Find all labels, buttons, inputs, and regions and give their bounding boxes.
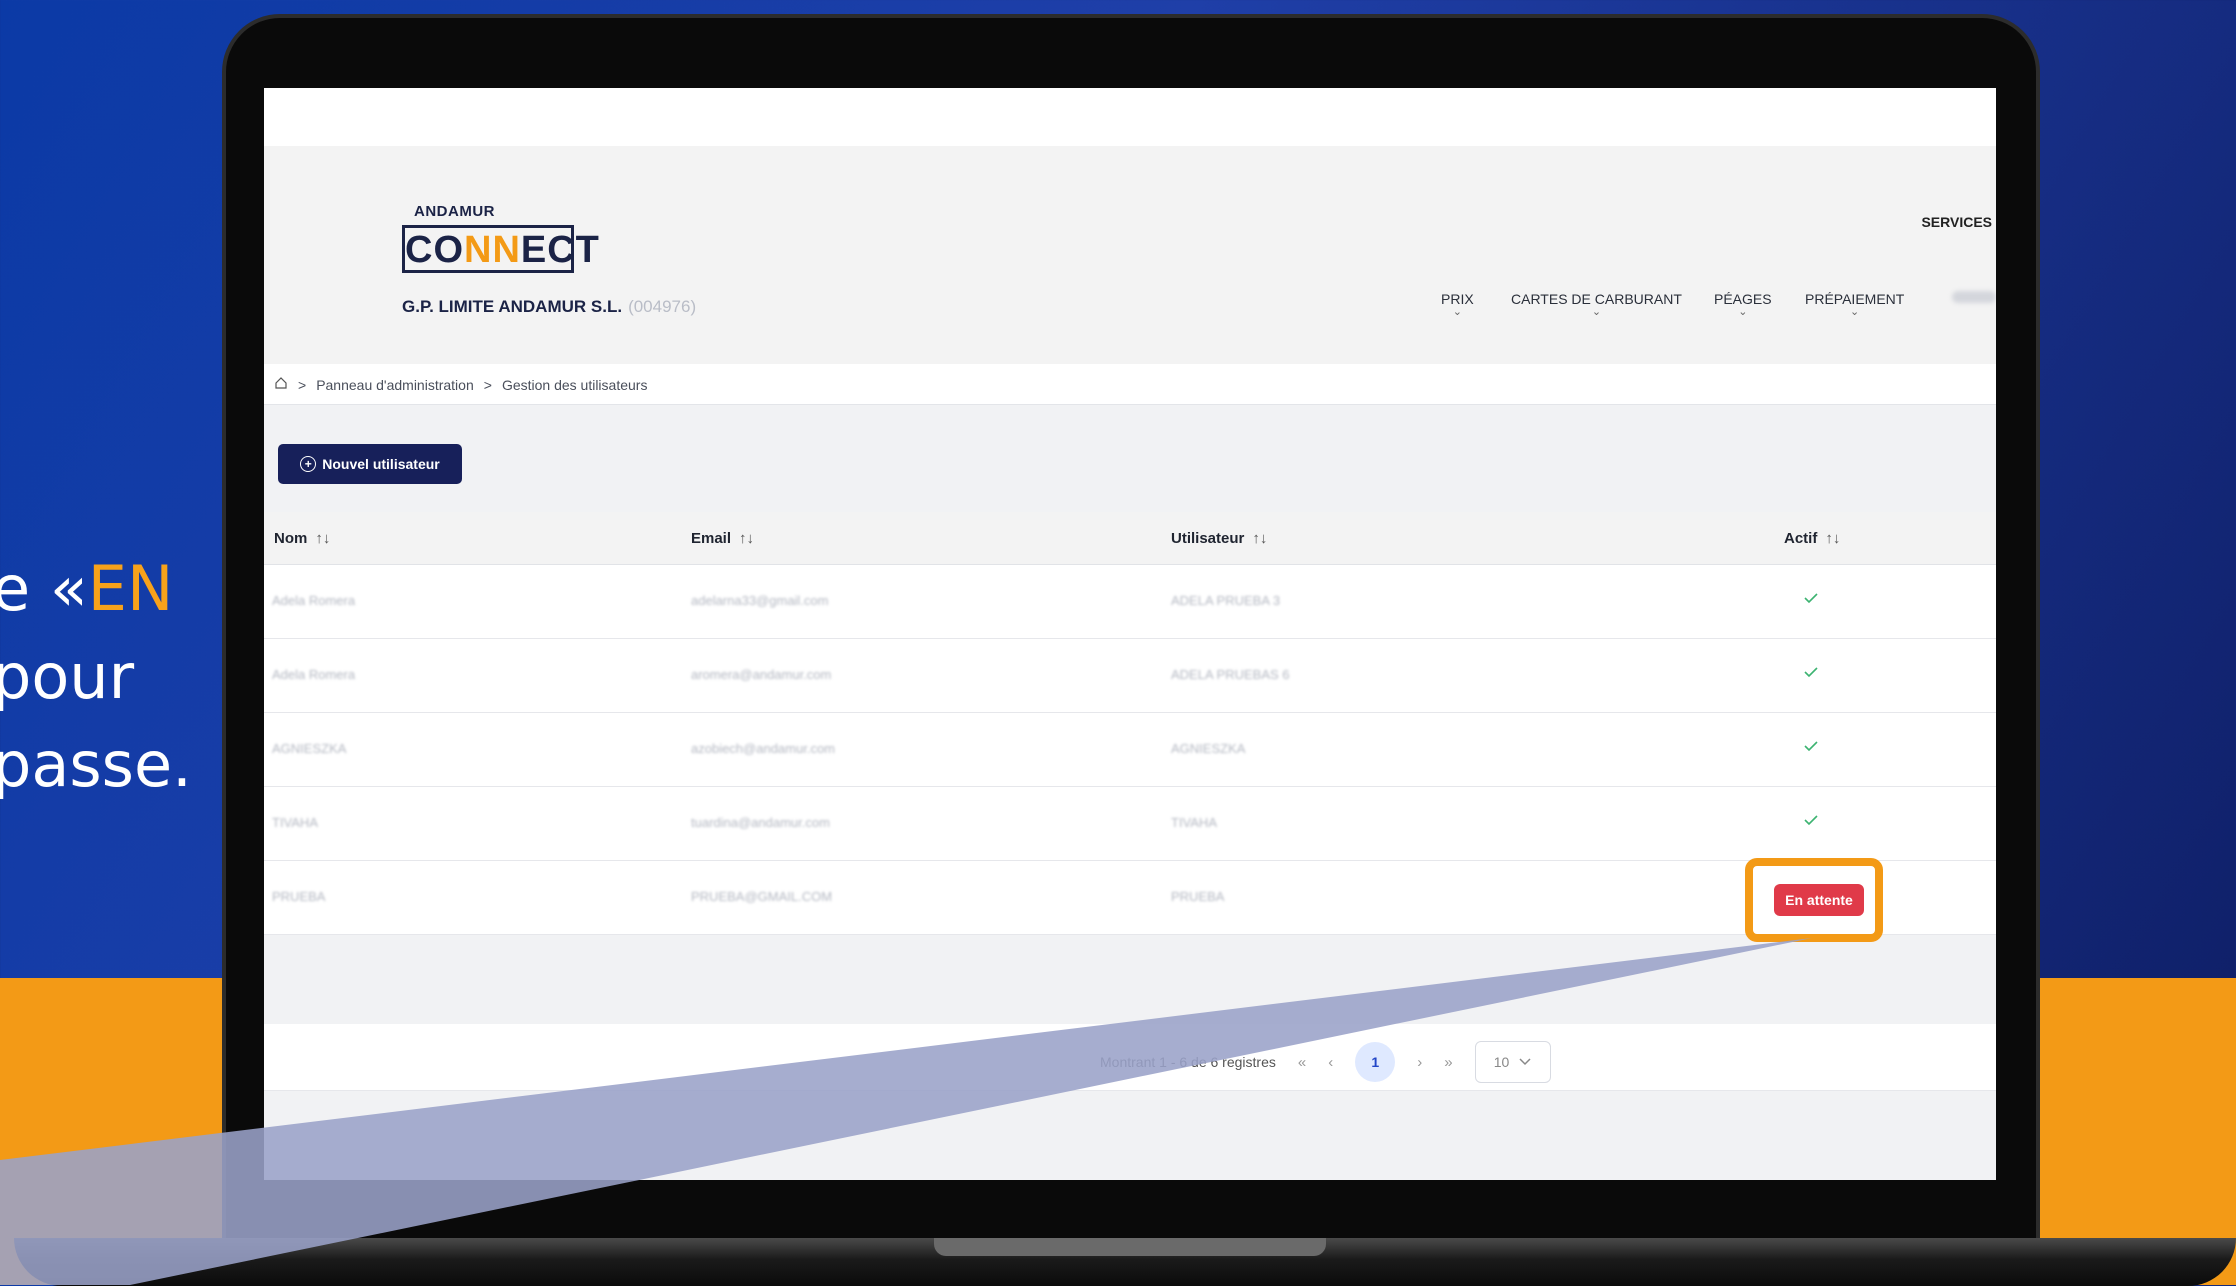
cell-nom: Adela Romera	[272, 667, 356, 682]
pagination: Montrant 1 - 6 de 6 registres « ‹ 1 › » …	[1100, 1041, 1551, 1083]
page-1-button[interactable]: 1	[1355, 1042, 1396, 1082]
page-size-select[interactable]: 10	[1474, 1041, 1551, 1083]
check-icon	[1804, 667, 1818, 678]
table-row[interactable]: AGNIESZKA azobiech@andamur.com AGNIESZKA	[264, 713, 1996, 787]
cell-nom: PRUEBA	[272, 889, 326, 904]
side-caption: e «EN pour passe.	[0, 545, 192, 809]
column-header-email[interactable]: Email ↑↓	[691, 530, 754, 547]
table-row[interactable]: PRUEBA PRUEBA@GMAIL.COM PRUEBA En attent…	[264, 861, 1996, 935]
cell-utilisateur: ADELA PRUEBAS 6	[1171, 667, 1290, 682]
prev-page-icon[interactable]: ‹	[1328, 1054, 1333, 1071]
company-name: G.P. LIMITE ANDAMUR S.L. (004976)	[402, 297, 697, 316]
caption-highlight: EN	[87, 552, 174, 625]
cell-email: PRUEBA@GMAIL.COM	[691, 889, 833, 904]
cell-nom: AGNIESZKA	[272, 741, 347, 756]
table-footer: Montrant 1 - 6 de 6 registres « ‹ 1 › » …	[264, 1024, 1996, 1091]
cell-nom: TIVAHA	[272, 815, 318, 830]
chevron-down-icon: ⌄	[1591, 306, 1602, 318]
laptop-hinge	[934, 1238, 1326, 1256]
company-id: (004976)	[628, 297, 697, 316]
breadcrumb: > Panneau d'administration > Gestion des…	[274, 376, 647, 393]
next-page-icon[interactable]: ›	[1417, 1054, 1422, 1071]
cell-utilisateur: AGNIESZKA	[1171, 741, 1246, 756]
users-table: Nom ↑↓ Email ↑↓ Utilisateur ↑↓ Actif ↑↓ Adel…	[264, 512, 1996, 935]
browser-top-strip	[264, 88, 1996, 146]
nav-item-prix[interactable]: PRIX ⌄	[1441, 291, 1474, 318]
nav-item-peages[interactable]: PÉAGES ⌄	[1714, 291, 1772, 318]
nav-item-prepaiement[interactable]: PRÉPAIEMENT ⌄	[1805, 291, 1904, 318]
caption-line-2: pour	[0, 640, 135, 713]
sort-icon: ↑↓	[739, 530, 755, 547]
chevron-down-icon: ⌄	[1452, 306, 1462, 318]
chevron-down-icon: ⌄	[1850, 306, 1860, 318]
nav-item-cartes-carburant[interactable]: CARTES DE CARBURANT ⌄	[1511, 291, 1682, 318]
column-header-utilisateur[interactable]: Utilisateur ↑↓	[1171, 530, 1267, 547]
cell-utilisateur: PRUEBA	[1171, 889, 1225, 904]
table-row[interactable]: Adela Romera aromera@andamur.com ADELA P…	[264, 639, 1996, 713]
table-header: Nom ↑↓ Email ↑↓ Utilisateur ↑↓ Actif ↑↓	[264, 512, 1996, 565]
first-page-icon[interactable]: «	[1298, 1054, 1306, 1071]
chevron-down-icon	[1519, 1058, 1531, 1066]
table-row[interactable]: Adela Romera adelarna33@gmail.com ADELA …	[264, 565, 1996, 639]
breadcrumb-user-management: Gestion des utilisateurs	[501, 376, 648, 393]
cell-utilisateur: ADELA PRUEBA 3	[1171, 593, 1281, 608]
sort-icon: ↑↓	[1252, 530, 1268, 547]
home-icon[interactable]	[274, 376, 288, 393]
caption-line-1: e «	[0, 552, 88, 625]
check-icon	[1804, 815, 1818, 826]
last-page-icon[interactable]: »	[1444, 1054, 1452, 1071]
breadcrumb-separator: >	[483, 376, 492, 393]
breadcrumb-bar: > Panneau d'administration > Gestion des…	[264, 364, 1996, 405]
cell-email: adelarna33@gmail.com	[691, 593, 829, 608]
cell-utilisateur: TIVAHA	[1171, 815, 1217, 830]
pagination-summary: Montrant 1 - 6 de 6 registres	[1100, 1054, 1276, 1070]
new-user-button[interactable]: + Nouvel utilisateur	[278, 444, 462, 484]
cell-email: aromera@andamur.com	[691, 667, 832, 682]
cell-email: tuardina@andamur.com	[691, 815, 830, 830]
logo-box: CONNECT	[402, 225, 599, 273]
caption-line-3: passe.	[0, 728, 192, 801]
plus-circle-icon: +	[300, 456, 317, 472]
table-row[interactable]: TIVAHA tuardina@andamur.com TIVAHA	[264, 787, 1996, 861]
column-header-actif[interactable]: Actif ↑↓	[1784, 530, 1840, 547]
logo-small-text: ANDAMUR	[414, 203, 495, 220]
column-header-nom[interactable]: Nom ↑↓	[274, 530, 330, 547]
chevron-down-icon: ⌄	[1738, 306, 1748, 318]
check-icon	[1804, 593, 1818, 604]
badge-highlight-frame	[1745, 858, 1883, 942]
check-icon	[1804, 741, 1818, 752]
breadcrumb-admin-panel[interactable]: Panneau d'administration	[316, 377, 474, 393]
app-screen: ANDAMUR CONNECT G.P. LIMITE ANDAMUR S.L.…	[264, 88, 1996, 1180]
services-link[interactable]: SERVICES	[1921, 214, 1992, 230]
breadcrumb-separator: >	[298, 376, 307, 393]
andamur-connect-logo[interactable]: ANDAMUR CONNECT	[402, 203, 599, 289]
sort-icon: ↑↓	[1825, 530, 1841, 547]
cell-email: azobiech@andamur.com	[691, 741, 835, 756]
sort-icon: ↑↓	[315, 530, 331, 547]
nav-item-blurred[interactable]	[1952, 291, 1996, 303]
cell-nom: Adela Romera	[272, 593, 356, 608]
